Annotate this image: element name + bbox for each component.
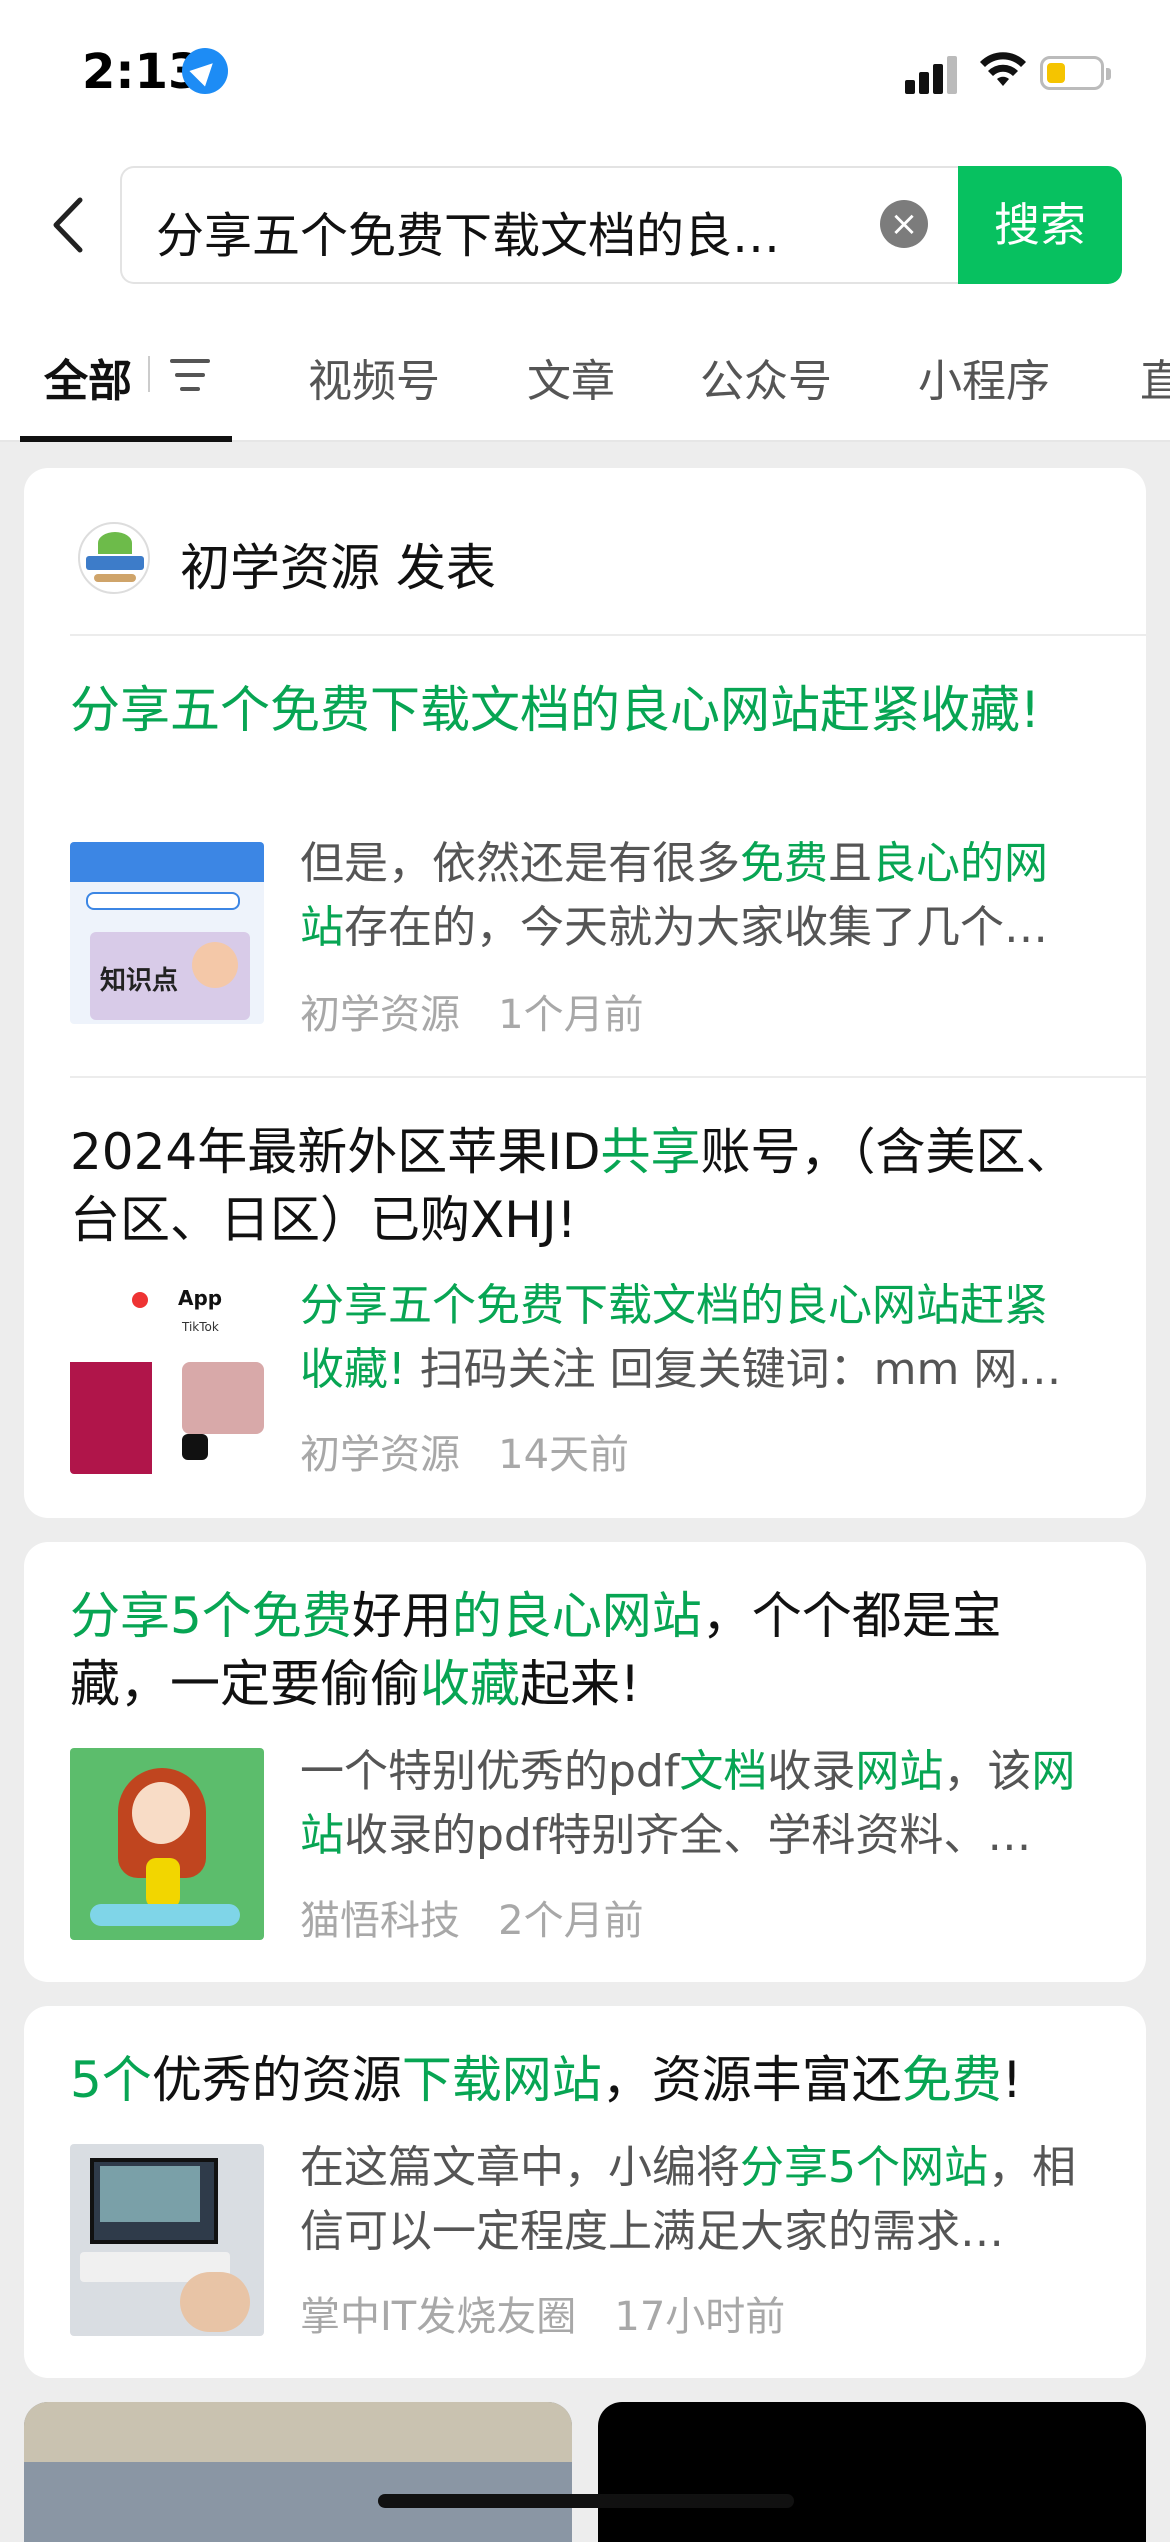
article-snippet: 但是，依然还是有很多免费且良心的网站存在的，今天就为大家收集了几个… [300, 838, 1048, 953]
article-title[interactable]: 5个优秀的资源下载网站，资源丰富还免费! [70, 2046, 1080, 2114]
article-meta: 初学资源 14天前 [300, 1422, 629, 1480]
article-snippet: 分享五个免费下载文档的良心网站赶紧收藏! 扫码关注 回复关键词：mm 网… [300, 1280, 1062, 1395]
article-source: 猫悟科技 [300, 1898, 460, 1944]
item-divider [70, 1076, 1146, 1078]
article-meta: 初学资源 1个月前 [300, 982, 644, 1040]
article-time: 14天前 [498, 1432, 630, 1478]
article-thumbnail[interactable]: 知识点 [70, 842, 264, 1024]
back-chevron-icon[interactable] [42, 190, 102, 260]
thumbnail-caption: 知识点 [100, 966, 179, 996]
search-query-text[interactable]: 分享五个免费下载文档的良… [156, 196, 836, 266]
article-meta: 掌中IT发烧友圈 17小时前 [300, 2284, 785, 2342]
tab-live[interactable]: 直 [1140, 345, 1170, 409]
wifi-icon [980, 52, 1026, 86]
filter-icon[interactable] [170, 357, 214, 393]
article-time: 2个月前 [498, 1898, 644, 1944]
tab-divider [148, 356, 150, 392]
article-thumbnail[interactable]: App TikTok [70, 1282, 264, 1474]
battery-icon [1040, 56, 1111, 90]
thumbnail-tiktok-label: TikTok [182, 1320, 219, 1334]
article-title[interactable]: 分享五个免费下载文档的良心网站赶紧收藏! [70, 676, 1080, 744]
cellular-signal-icon [905, 54, 959, 94]
article-meta: 猫悟科技 2个月前 [300, 1888, 644, 1946]
card-divider [70, 634, 1146, 636]
clear-search-button[interactable]: × [880, 200, 928, 248]
account-name[interactable]: 初学资源 发表 [180, 528, 496, 600]
tab-articles[interactable]: 文章 [527, 345, 615, 409]
article-source: 初学资源 [300, 1432, 460, 1478]
article-source: 掌中IT发烧友圈 [300, 2294, 577, 2340]
search-button[interactable]: 搜索 [958, 166, 1122, 284]
article-time: 17小时前 [614, 2294, 786, 2340]
location-arrow-icon [182, 48, 228, 94]
video-card-thumbnail[interactable] [24, 2402, 572, 2542]
tab-mini-programs[interactable]: 小程序 [918, 345, 1050, 409]
article-snippet: 在这篇文章中，小编将分享5个网站，相信可以一定程度上满足大家的需求… [300, 2142, 1076, 2257]
tab-official-accounts[interactable]: 公众号 [700, 345, 832, 409]
article-snippet: 一个特别优秀的pdf文档收录网站，该网站收录的pdf特别齐全、学科资料、… [300, 1746, 1076, 1861]
video-card-thumbnail[interactable] [598, 2402, 1146, 2542]
thumbnail-app-label: App [178, 1286, 223, 1310]
article-thumbnail[interactable] [70, 2144, 264, 2336]
tab-channels[interactable]: 视频号 [308, 345, 440, 409]
article-thumbnail[interactable] [70, 1748, 264, 1940]
home-indicator [378, 2494, 794, 2508]
active-tab-indicator [20, 436, 232, 442]
tab-all[interactable]: 全部 [44, 345, 132, 409]
article-source: 初学资源 [300, 992, 460, 1038]
article-title[interactable]: 分享5个免费好用的良心网站，个个都是宝藏，一定要偷偷收藏起来! [70, 1582, 1080, 1718]
article-title[interactable]: 2024年最新外区苹果ID共享账号，（含美区、台区、日区）已购XHJ! [70, 1118, 1080, 1254]
article-time: 1个月前 [498, 992, 644, 1038]
account-avatar[interactable] [78, 522, 150, 594]
